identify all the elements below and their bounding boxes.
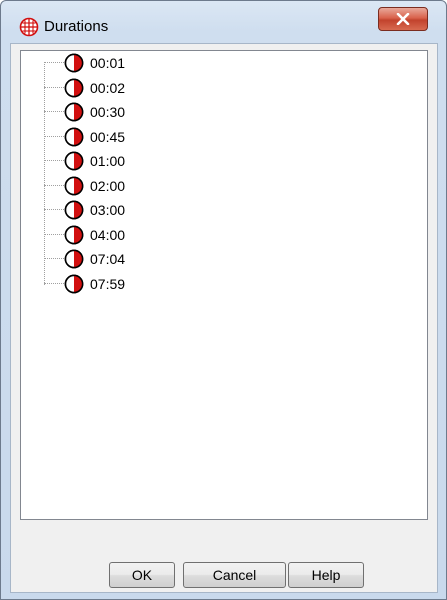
tree-item-label: 00:30 [90, 104, 126, 120]
tree-item[interactable]: 00:01 [44, 51, 244, 75]
dialog-client-area: 00:01 00:02 00:30 00:45 01:00 02:00 03:00 04:00… [10, 43, 438, 593]
tree-item-label: 01:00 [90, 153, 126, 169]
dialog-title: Durations [44, 18, 109, 35]
pie-clock-icon [64, 225, 84, 245]
durations-dialog: Durations 00:01 00:02 00:30 00:45 01:00 02:00… [0, 0, 447, 600]
pie-clock-icon [64, 102, 84, 122]
tree-item[interactable]: 07:04 [44, 247, 244, 271]
tree-item[interactable]: 01:00 [44, 149, 244, 173]
pie-clock-icon [64, 78, 84, 98]
tree-item[interactable]: 07:59 [44, 272, 244, 296]
tree-branch-line [44, 111, 64, 112]
tree-item-label: 00:01 [90, 55, 126, 71]
pie-clock-icon [64, 200, 84, 220]
pie-clock-icon [64, 249, 84, 269]
tree-item[interactable]: 02:00 [44, 174, 244, 198]
tree-branch-line [44, 282, 64, 284]
pie-clock-icon [64, 53, 84, 73]
tree-item-label: 07:59 [90, 275, 126, 292]
pie-clock-icon [64, 151, 84, 171]
tree-item-label: 00:02 [90, 79, 126, 96]
tree-branch-line [44, 258, 64, 259]
title-bar[interactable]: Durations [1, 1, 446, 41]
pie-clock-icon [64, 176, 84, 196]
tree-branch-line [44, 209, 64, 210]
tree-item[interactable]: 00:30 [44, 100, 244, 124]
close-button[interactable] [378, 7, 428, 31]
tree-branch-line [44, 62, 64, 63]
tree-branch-line [44, 233, 64, 235]
tree-item[interactable]: 00:02 [44, 76, 244, 100]
tree-item-label: 02:00 [90, 177, 126, 194]
tree-branch-line [44, 184, 64, 186]
tree-item-label: 00:45 [90, 128, 126, 145]
close-icon [396, 13, 410, 25]
tree-item[interactable]: 03:00 [44, 198, 244, 222]
tree-item-label: 03:00 [90, 202, 126, 218]
pie-clock-icon [64, 127, 84, 147]
tree-branch-line [44, 135, 64, 137]
tree-item-label: 07:04 [90, 251, 126, 267]
durations-tree[interactable]: 00:01 00:02 00:30 00:45 01:00 02:00 03:00 04:00… [20, 50, 428, 520]
grid-globe-icon [19, 17, 39, 37]
help-button[interactable]: Help [288, 562, 364, 588]
tree-item-label: 04:00 [90, 226, 126, 243]
cancel-button[interactable]: Cancel [183, 562, 286, 588]
tree-item[interactable]: 04:00 [44, 223, 244, 247]
ok-button[interactable]: OK [109, 562, 175, 588]
tree-branch-line [44, 160, 64, 161]
tree-branch-line [44, 86, 64, 88]
pie-clock-icon [64, 274, 84, 294]
tree-item[interactable]: 00:45 [44, 125, 244, 149]
